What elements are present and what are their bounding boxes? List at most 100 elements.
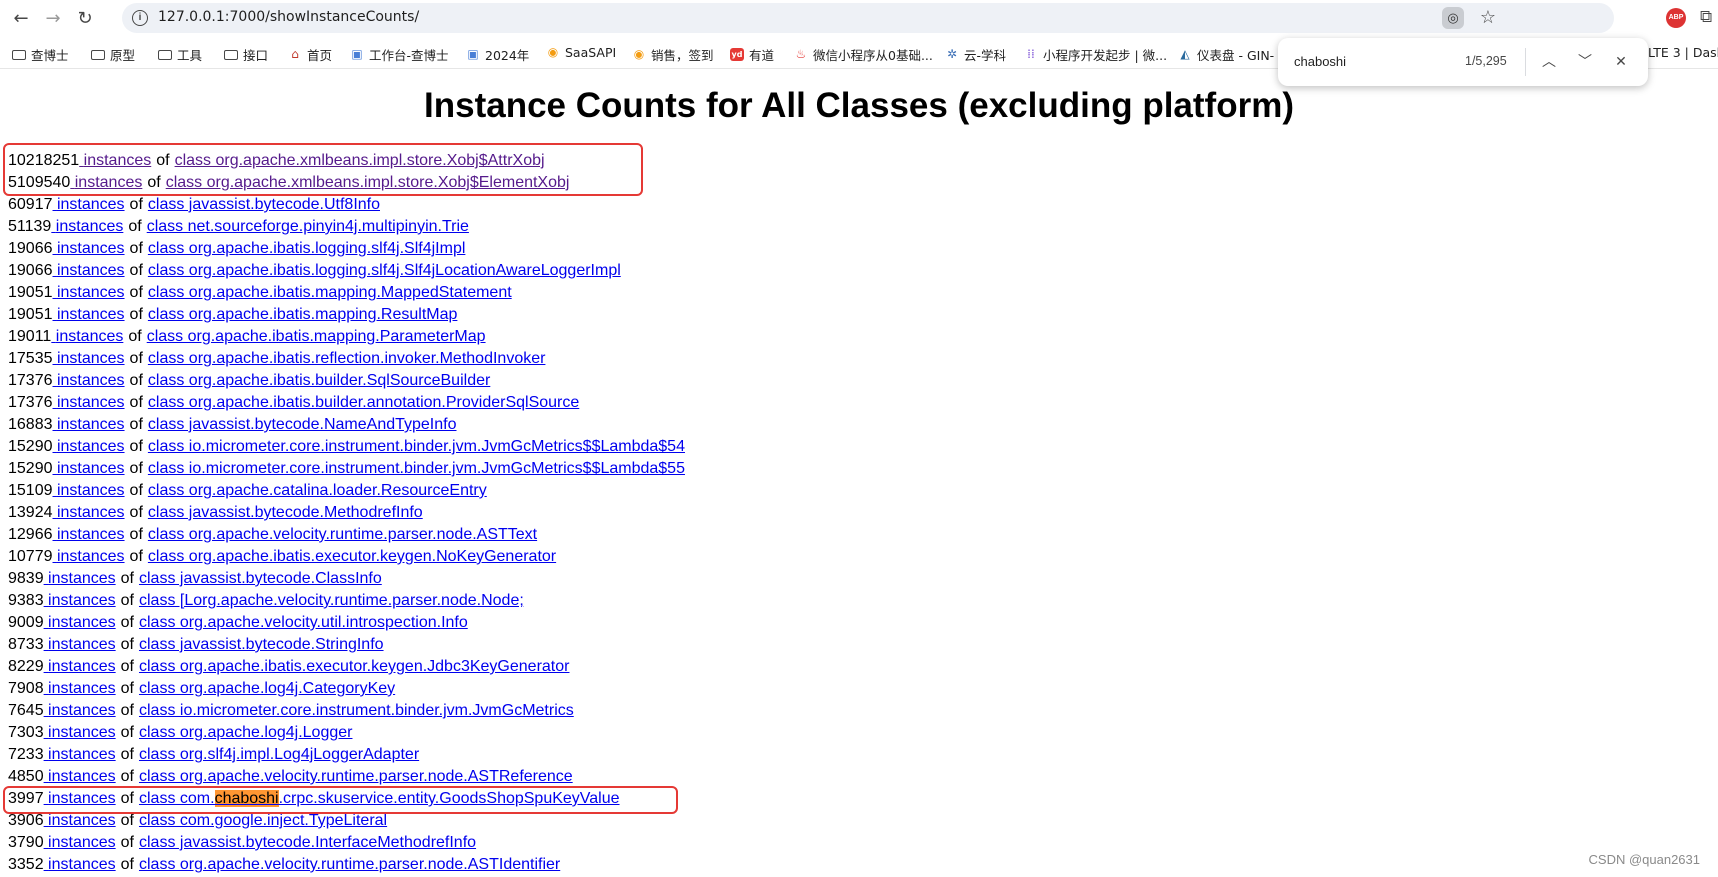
instances-link[interactable]: instances	[53, 240, 125, 257]
class-link[interactable]: class org.apache.ibatis.mapping.Paramete…	[147, 328, 486, 345]
instances-link[interactable]: instances	[44, 768, 116, 785]
extensions-icon[interactable]: ⧉	[1700, 7, 1712, 27]
instances-label: instances	[48, 812, 116, 829]
bookmark-item[interactable]: yd 有道	[730, 45, 774, 64]
bookmark-item[interactable]: ◉ 销售，签到	[632, 45, 714, 64]
instances-link[interactable]: instances	[44, 812, 116, 829]
instances-link[interactable]: instances	[53, 284, 125, 301]
instances-link[interactable]: instances	[53, 526, 125, 543]
class-link[interactable]: class javassist.bytecode.InterfaceMethod…	[139, 834, 476, 851]
bookmark-item[interactable]: 工具	[158, 45, 202, 64]
bookmark-label: 原型	[110, 48, 136, 63]
bookmark-item[interactable]: ⁞⁞ 小程序开发起步 | 微...	[1024, 45, 1167, 64]
adblock-plus-icon[interactable]: ABP	[1666, 8, 1686, 28]
instances-link[interactable]: instances	[44, 614, 116, 631]
bookmark-item[interactable]: 接口	[224, 45, 268, 64]
instances-link[interactable]: instances	[53, 460, 125, 477]
bookmark-item[interactable]: LTE 3 | Dash	[1648, 45, 1718, 60]
bookmark-star-icon[interactable]: ☆	[1480, 7, 1496, 28]
class-link[interactable]: class org.apache.ibatis.executor.keygen.…	[139, 658, 569, 675]
table-row: 7303 instances of class org.apache.log4j.L…	[8, 722, 685, 744]
site-info-icon[interactable]: i	[132, 10, 148, 26]
class-link[interactable]: class javassist.bytecode.StringInfo	[139, 636, 384, 653]
back-arrow-icon[interactable]: ←	[8, 5, 34, 31]
class-link[interactable]: class org.apache.velocity.runtime.parser…	[139, 768, 573, 785]
class-link[interactable]: class org.apache.velocity.runtime.parser…	[139, 856, 560, 873]
class-link[interactable]: class org.apache.catalina.loader.Resourc…	[148, 482, 487, 499]
instances-link[interactable]: instances	[44, 680, 116, 697]
of-text: of	[129, 416, 143, 433]
close-icon[interactable]: ✕	[1610, 51, 1632, 73]
instances-link[interactable]: instances	[44, 856, 116, 873]
class-link[interactable]: class javassist.bytecode.ClassInfo	[139, 570, 382, 587]
class-link[interactable]: class org.apache.ibatis.builder.annotati…	[148, 394, 579, 411]
instances-link[interactable]: instances	[51, 328, 124, 345]
class-link[interactable]: class org.apache.ibatis.mapping.MappedSt…	[148, 284, 512, 301]
instances-link[interactable]: instances	[53, 350, 125, 367]
bookmark-item[interactable]: ♨ 微信小程序从0基础...	[794, 45, 933, 64]
instances-link[interactable]: instances	[44, 746, 116, 763]
bookmark-item[interactable]: ◉ SaaSAPI	[546, 45, 616, 60]
class-link[interactable]: class org.apache.ibatis.logging.slf4j.Sl…	[148, 240, 466, 257]
class-link[interactable]: class org.apache.ibatis.builder.SqlSourc…	[148, 372, 490, 389]
instances-link[interactable]: instances	[53, 372, 125, 389]
class-link[interactable]: class org.apache.ibatis.reflection.invok…	[148, 350, 546, 367]
table-row: 4850 instances of class org.apache.velocit…	[8, 766, 685, 788]
google-lens-icon[interactable]: ◎	[1442, 7, 1464, 29]
bookmark-item[interactable]: ▣ 工作台-查博士	[350, 45, 448, 64]
bookmark-item[interactable]: ◭ 仪表盘 - GIN-	[1178, 45, 1274, 64]
instances-link[interactable]: instances	[44, 570, 116, 587]
class-link[interactable]: class io.micrometer.core.instrument.bind…	[148, 460, 685, 477]
chevron-up-icon[interactable]: ︿	[1538, 51, 1560, 73]
of-text: of	[120, 856, 134, 873]
find-input[interactable]: chaboshi	[1294, 54, 1346, 69]
class-link[interactable]: class org.apache.velocity.runtime.parser…	[148, 526, 537, 543]
instances-link[interactable]: instances	[53, 262, 125, 279]
class-link[interactable]: class org.apache.velocity.util.introspec…	[139, 614, 468, 631]
instances-link[interactable]: instances	[53, 306, 125, 323]
bookmark-item[interactable]: ✲ 云-学科	[945, 45, 1006, 64]
bookmark-item[interactable]: 查博士	[12, 45, 69, 64]
class-link[interactable]: class org.apache.ibatis.executor.keygen.…	[148, 548, 556, 565]
reload-icon[interactable]: ↻	[72, 5, 98, 31]
class-link[interactable]: class com.google.inject.TypeLiteral	[139, 812, 387, 829]
flame-icon: ♨	[795, 47, 807, 61]
class-link[interactable]: class org.slf4j.impl.Log4jLoggerAdapter	[139, 746, 419, 763]
instances-link[interactable]: instances	[53, 548, 125, 565]
workspace-icon: ▣	[351, 47, 363, 61]
instances-link[interactable]: instances	[53, 504, 125, 521]
bookmark-item[interactable]: ▣ 2024年	[466, 45, 529, 64]
instances-link[interactable]: instances	[53, 438, 125, 455]
address-bar[interactable]: i 127.0.0.1:7000/showInstanceCounts/ ◎ ☆	[122, 3, 1614, 33]
instances-link[interactable]: instances	[53, 482, 125, 499]
instances-link[interactable]: instances	[53, 196, 125, 213]
class-link[interactable]: class javassist.bytecode.Utf8Info	[148, 196, 380, 213]
chevron-down-icon[interactable]: ﹀	[1574, 51, 1596, 73]
instances-link[interactable]: instances	[44, 724, 116, 741]
class-link[interactable]: class javassist.bytecode.NameAndTypeInfo	[148, 416, 457, 433]
instances-link[interactable]: instances	[44, 834, 116, 851]
bookmark-item[interactable]: ⌂ 首页	[288, 45, 332, 64]
instances-link[interactable]: instances	[53, 394, 125, 411]
instances-link[interactable]: instances	[44, 658, 116, 675]
instances-link[interactable]: instances	[44, 702, 116, 719]
class-link[interactable]: class org.apache.log4j.Logger	[139, 724, 352, 741]
instances-label: instances	[56, 438, 125, 455]
class-link[interactable]: class [Lorg.apache.velocity.runtime.pars…	[139, 592, 524, 609]
instances-link[interactable]: instances	[51, 218, 124, 235]
class-link[interactable]: class net.sourceforge.pinyin4j.multipiny…	[147, 218, 469, 235]
class-link[interactable]: class io.micrometer.core.instrument.bind…	[139, 702, 574, 719]
class-link[interactable]: class io.micrometer.core.instrument.bind…	[148, 438, 685, 455]
instances-link[interactable]: instances	[44, 592, 116, 609]
class-link[interactable]: class javassist.bytecode.MethodrefInfo	[148, 504, 423, 521]
class-link[interactable]: class org.apache.ibatis.logging.slf4j.Sl…	[148, 262, 621, 279]
instances-link[interactable]: instances	[44, 636, 116, 653]
bookmark-item[interactable]: 原型	[91, 45, 135, 64]
url-text[interactable]: 127.0.0.1:7000/showInstanceCounts/	[158, 9, 419, 25]
instances-link[interactable]: instances	[53, 416, 125, 433]
class-link[interactable]: class org.apache.ibatis.mapping.ResultMa…	[148, 306, 458, 323]
instances-label: instances	[48, 658, 116, 675]
table-row: 15109 instances of class org.apache.catali…	[8, 480, 685, 502]
class-link[interactable]: class org.apache.log4j.CategoryKey	[139, 680, 395, 697]
forward-arrow-icon[interactable]: →	[40, 5, 66, 31]
